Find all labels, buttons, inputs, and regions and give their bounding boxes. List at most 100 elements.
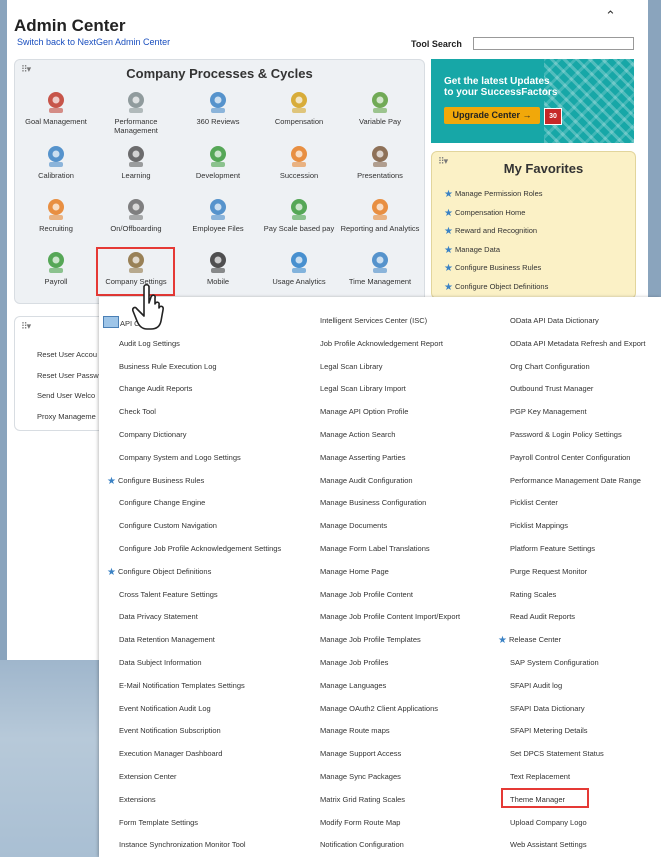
settings-item-matrix-grid-rating-scales[interactable]: Matrix Grid Rating Scales [320,795,405,804]
settings-item-picklist-center[interactable]: Picklist Center [510,498,558,507]
settings-item-execution-manager-dashboard[interactable]: Execution Manager Dashboard [119,749,222,758]
settings-item-data-retention-management[interactable]: Data Retention Management [119,635,215,644]
settings-item-legal-scan-library-import[interactable]: Legal Scan Library Import [320,384,406,393]
tile-360-reviews[interactable]: 360 Reviews [178,89,258,126]
settings-item-manage-job-profile-templates[interactable]: Manage Job Profile Templates [320,635,421,644]
settings-item-configure-business-rules[interactable]: ★ Configure Business Rules [107,476,204,487]
settings-item-odata-api-metadata-refresh-and-export[interactable]: OData API Metadata Refresh and Export [510,339,646,348]
settings-item-e-mail-notification-templates-settings[interactable]: E-Mail Notification Templates Settings [119,681,245,690]
tile-compensation[interactable]: Compensation [259,89,339,126]
tile-mobile[interactable]: Mobile [178,249,258,286]
small-panel-item[interactable]: Send User Welco [37,391,95,400]
small-panel-item[interactable]: Proxy Manageme [37,412,96,421]
tile-learning[interactable]: Learning [96,143,176,180]
favorite-item[interactable]: ★ Compensation Home [444,208,525,219]
settings-item-platform-feature-settings[interactable]: Platform Feature Settings [510,544,595,553]
settings-item-manage-documents[interactable]: Manage Documents [320,521,387,530]
settings-item-odata-api-data-dictionary[interactable]: OData API Data Dictionary [510,316,599,325]
tile-succession[interactable]: Succession [259,143,339,180]
settings-item-manage-audit-configuration[interactable]: Manage Audit Configuration [320,476,413,485]
settings-item-picklist-mappings[interactable]: Picklist Mappings [510,521,568,530]
settings-item-company-system-and-logo-settings[interactable]: Company System and Logo Settings [119,453,241,462]
settings-item-change-audit-reports[interactable]: Change Audit Reports [119,384,192,393]
favorite-item[interactable]: ★ Configure Object Definitions [444,282,548,293]
settings-item-company-dictionary[interactable]: Company Dictionary [119,430,187,439]
settings-item-data-subject-information[interactable]: Data Subject Information [119,658,202,667]
settings-item-modify-form-route-map[interactable]: Modify Form Route Map [320,818,400,827]
settings-item-configure-object-definitions[interactable]: ★ Configure Object Definitions [107,567,211,578]
settings-item-manage-form-label-translations[interactable]: Manage Form Label Translations [320,544,430,553]
tile-development[interactable]: Development [178,143,258,180]
settings-item-web-assistant-settings[interactable]: Web Assistant Settings [510,840,587,849]
settings-item-legal-scan-library[interactable]: Legal Scan Library [320,362,383,371]
settings-item-event-notification-subscription[interactable]: Event Notification Subscription [119,726,221,735]
settings-item-upload-company-logo[interactable]: Upload Company Logo [510,818,587,827]
settings-item-payroll-control-center-configuration[interactable]: Payroll Control Center Configuration [510,453,630,462]
settings-item-set-dpcs-statement-status[interactable]: Set DPCS Statement Status [510,749,604,758]
tile-pay-scale-based-pay[interactable]: Pay Scale based pay [259,196,339,233]
settings-item-job-profile-acknowledgement-report[interactable]: Job Profile Acknowledgement Report [320,339,443,348]
tile-presentations[interactable]: Presentations [340,143,420,180]
tile-recruiting[interactable]: Recruiting [16,196,96,233]
settings-item-rating-scales[interactable]: Rating Scales [510,590,556,599]
settings-item-check-tool[interactable]: Check Tool [119,407,156,416]
settings-item-manage-business-configuration[interactable]: Manage Business Configuration [320,498,426,507]
settings-item-pgp-key-management[interactable]: PGP Key Management [510,407,587,416]
settings-item-performance-management-date-range[interactable]: Performance Management Date Range [510,476,641,485]
favorite-item[interactable]: ★ Configure Business Rules [444,263,541,274]
settings-item-configure-change-engine[interactable]: Configure Change Engine [119,498,205,507]
settings-item-sap-system-configuration[interactable]: SAP System Configuration [510,658,599,667]
settings-item-business-rule-execution-log[interactable]: Business Rule Execution Log [119,362,217,371]
settings-item-manage-asserting-parties[interactable]: Manage Asserting Parties [320,453,405,462]
settings-item-release-center[interactable]: ★ Release Center [498,635,561,646]
tile-goal-management[interactable]: Goal Management [16,89,96,126]
chevron-up-icon[interactable]: ⌃ [605,8,616,24]
settings-item-purge-request-monitor[interactable]: Purge Request Monitor [510,567,587,576]
settings-item-sfapi-metering-details[interactable]: SFAPI Metering Details [510,726,588,735]
settings-item-form-template-settings[interactable]: Form Template Settings [119,818,198,827]
settings-item-sfapi-data-dictionary[interactable]: SFAPI Data Dictionary [510,704,585,713]
settings-item-extensions[interactable]: Extensions [119,795,156,804]
tile-performance-management[interactable]: Performance Management [96,89,176,135]
settings-item-org-chart-configuration[interactable]: Org Chart Configuration [510,362,590,371]
settings-item-manage-home-page[interactable]: Manage Home Page [320,567,389,576]
settings-item-cross-talent-feature-settings[interactable]: Cross Talent Feature Settings [119,590,218,599]
favorite-item[interactable]: ★ Reward and Recognition [444,226,537,237]
settings-item-manage-job-profile-content-import-export[interactable]: Manage Job Profile Content Import/Export [320,612,460,621]
tile-usage-analytics[interactable]: Usage Analytics [259,249,339,286]
small-panel-item[interactable]: Reset User Accou [37,350,97,359]
settings-item-password-login-policy-settings[interactable]: Password & Login Policy Settings [510,430,622,439]
settings-item-manage-job-profile-content[interactable]: Manage Job Profile Content [320,590,413,599]
settings-item-read-audit-reports[interactable]: Read Audit Reports [510,612,575,621]
tile-time-management[interactable]: Time Management [340,249,420,286]
small-panel-item[interactable]: Reset User Passw [37,371,99,380]
settings-item-configure-job-profile-acknowledgement-settings[interactable]: Configure Job Profile Acknowledgement Se… [119,544,281,553]
settings-item-manage-languages[interactable]: Manage Languages [320,681,386,690]
settings-item-event-notification-audit-log[interactable]: Event Notification Audit Log [119,704,211,713]
upgrade-center-button[interactable]: Upgrade Center → [444,107,540,124]
tile-variable-pay[interactable]: Variable Pay [340,89,420,126]
settings-item-text-replacement[interactable]: Text Replacement [510,772,570,781]
settings-item-manage-route-maps[interactable]: Manage Route maps [320,726,390,735]
tool-search-input[interactable] [473,37,634,50]
tile-on-offboarding[interactable]: On/Offboarding [96,196,176,233]
settings-item-instance-synchronization-monitor-tool[interactable]: Instance Synchronization Monitor Tool [119,840,246,849]
switch-nextgen-link[interactable]: Switch back to NextGen Admin Center [17,37,170,47]
tile-payroll[interactable]: Payroll [16,249,96,286]
settings-item-configure-custom-navigation[interactable]: Configure Custom Navigation [119,521,217,530]
settings-item-outbound-trust-manager[interactable]: Outbound Trust Manager [510,384,593,393]
settings-item-manage-oauth2-client-applications[interactable]: Manage OAuth2 Client Applications [320,704,438,713]
favorite-item[interactable]: ★ Manage Permission Roles [444,189,543,200]
settings-item-manage-sync-packages[interactable]: Manage Sync Packages [320,772,401,781]
settings-item-intelligent-services-center-isc-[interactable]: Intelligent Services Center (ISC) [320,316,427,325]
settings-item-manage-api-option-profile[interactable]: Manage API Option Profile [320,407,408,416]
tile-calibration[interactable]: Calibration [16,143,96,180]
settings-item-audit-log-settings[interactable]: Audit Log Settings [119,339,180,348]
panel-drag-handle-icon[interactable]: ⠿▾ [21,321,31,332]
tile-employee-files[interactable]: Employee Files [178,196,258,233]
settings-item-data-privacy-statement[interactable]: Data Privacy Statement [119,612,198,621]
favorite-item[interactable]: ★ Manage Data [444,245,500,256]
settings-item-manage-job-profiles[interactable]: Manage Job Profiles [320,658,388,667]
settings-item-extension-center[interactable]: Extension Center [119,772,177,781]
settings-item-sfapi-audit-log[interactable]: SFAPI Audit log [510,681,562,690]
